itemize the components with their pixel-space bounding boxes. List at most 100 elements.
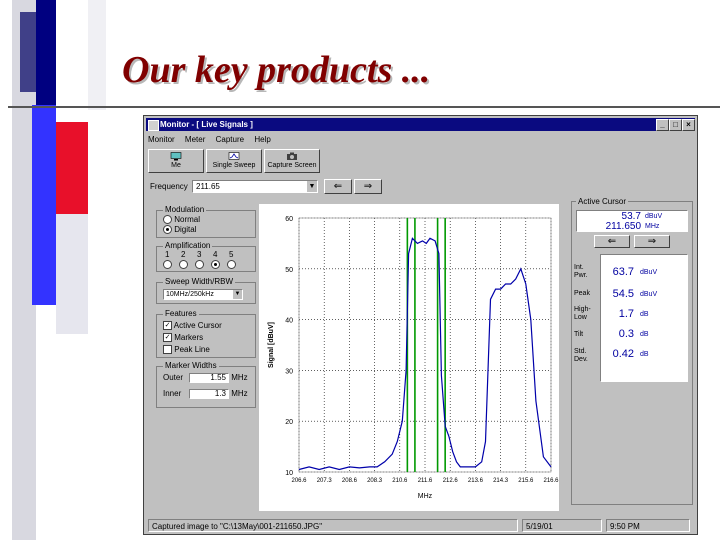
x-tick-label: 210.6 — [392, 478, 408, 484]
inner-input[interactable]: 1.3 — [189, 389, 229, 399]
inner-unit: MHz — [231, 389, 248, 398]
radio-digital[interactable] — [163, 225, 172, 235]
y-tick-label: 30 — [285, 368, 293, 375]
amp-label-2: 2 — [181, 250, 186, 259]
cursor-frequency-unit: MHz — [645, 223, 660, 230]
frequency-input[interactable]: 211.65 ▼ — [192, 180, 318, 193]
gray-strip — [88, 0, 106, 110]
markers-checkbox[interactable]: ✓ — [163, 333, 172, 343]
capture-screen-button[interactable]: Capture Screen — [264, 149, 320, 173]
light-bar — [56, 214, 88, 334]
feature-peak-line[interactable]: Peak Line — [163, 345, 210, 355]
amplification-numbers: 1 2 3 4 5 — [165, 250, 245, 259]
int-pwr-unit: dBuV — [640, 269, 658, 276]
frequency-label: Frequency — [150, 182, 188, 191]
x-tick-label: 206.6 — [291, 478, 307, 484]
x-tick-label: 214.3 — [493, 478, 509, 484]
modulation-label: Modulation — [163, 205, 207, 214]
sweep-label: Sweep Width/RBW — [163, 277, 236, 286]
active-cursor-checkbox[interactable]: ✓ — [163, 321, 172, 331]
sweep-select[interactable]: 10MHz/250kHz ▼ — [163, 289, 243, 300]
menu-monitor[interactable]: Monitor — [148, 135, 175, 144]
outer-input[interactable]: 1.55 — [189, 373, 229, 383]
maximize-button[interactable]: □ — [669, 119, 682, 131]
peak-line-label: Peak Line — [174, 345, 210, 354]
amp-label-4: 4 — [213, 250, 218, 259]
slide-decoration — [0, 0, 110, 540]
feature-markers[interactable]: ✓ Markers — [163, 333, 203, 343]
amplification-radios — [163, 260, 236, 270]
x-tick-label: 213.6 — [468, 478, 484, 484]
menu-meter[interactable]: Meter — [185, 135, 205, 144]
frequency-value: 211.65 — [196, 182, 220, 191]
outer-unit: MHz — [231, 373, 248, 382]
amp-radio-3[interactable] — [195, 260, 204, 270]
modulation-normal[interactable]: Normal — [163, 215, 201, 225]
y-axis-label: Signal [dBuV] — [268, 322, 275, 368]
app-icon[interactable] — [148, 120, 159, 131]
minimize-button[interactable]: _ — [656, 119, 669, 131]
capture-screen-label: Capture Screen — [267, 162, 317, 169]
amp-radio-1[interactable] — [163, 260, 172, 270]
y-tick-label: 50 — [285, 267, 293, 274]
radio-normal[interactable] — [163, 215, 172, 225]
status-date: 5/19/01 — [522, 519, 602, 532]
y-tick-label: 10 — [285, 470, 293, 477]
high-low-unit: dB — [640, 311, 649, 318]
x-tick-label: 215.6 — [518, 478, 534, 484]
x-tick-label: 208.6 — [342, 478, 358, 484]
window-title: Monitor - [ Live Signals ] — [160, 120, 253, 129]
monitor-window: Monitor - [ Live Signals ] _ □ × Monitor… — [143, 115, 698, 535]
menu-capture[interactable]: Capture — [216, 135, 244, 144]
single-sweep-button[interactable]: Single Sweep — [206, 149, 262, 173]
window-titlebar[interactable]: Monitor - [ Live Signals ] _ □ × — [146, 118, 695, 131]
sweep-icon — [228, 152, 240, 160]
sweep-value: 10MHz/250kHz — [166, 291, 214, 298]
cursor-right-button[interactable]: ⇒ — [634, 235, 670, 248]
x-axis-label: MHz — [418, 493, 433, 500]
amp-label-5: 5 — [229, 250, 234, 259]
feature-active-cursor[interactable]: ✓ Active Cursor — [163, 321, 222, 331]
chevron-down-icon[interactable]: ▼ — [233, 290, 242, 299]
x-tick-label: 216.6 — [543, 478, 559, 484]
frequency-left-button[interactable]: ⇐ — [324, 179, 352, 194]
amp-radio-5[interactable] — [227, 260, 236, 270]
inner-row: Inner 1.3 MHz — [163, 389, 248, 399]
std-dev-value: 0.42 — [612, 348, 634, 360]
amp-label-3: 3 — [197, 250, 202, 259]
frequency-right-button[interactable]: ⇒ — [354, 179, 382, 194]
features-group: Features ✓ Active Cursor ✓ Markers Peak … — [156, 309, 256, 358]
blue-bar — [32, 105, 56, 305]
y-tick-label: 40 — [285, 318, 293, 325]
sweep-group: Sweep Width/RBW 10MHz/250kHz ▼ — [156, 277, 256, 304]
modulation-digital[interactable]: Digital — [163, 225, 197, 235]
menu-help[interactable]: Help — [254, 135, 270, 144]
x-tick-label: 207.3 — [317, 478, 333, 484]
amp-radio-4[interactable] — [211, 260, 220, 270]
tilt-unit: dB — [640, 331, 649, 338]
monitor-button[interactable]: Me — [148, 149, 204, 173]
cursor-left-button[interactable]: ⇐ — [594, 235, 630, 248]
normal-label: Normal — [174, 215, 201, 224]
status-time: 9:50 PM — [606, 519, 690, 532]
tilt-value: 0.3 — [618, 328, 634, 340]
inner-label: Inner — [163, 389, 182, 398]
marker-widths-label: Marker Widths — [163, 361, 219, 370]
status-message: Captured image to "C:\13May\001-211650.J… — [148, 519, 518, 532]
peak-unit: dBuV — [640, 291, 658, 298]
status-bar: Captured image to "C:\13May\001-211650.J… — [146, 519, 695, 532]
modulation-group: Modulation Normal Digital — [156, 205, 256, 238]
single-sweep-label: Single Sweep — [212, 162, 256, 169]
close-button[interactable]: × — [682, 119, 695, 131]
digital-label: Digital — [174, 225, 197, 234]
camera-icon — [287, 152, 297, 160]
amp-label-1: 1 — [165, 250, 170, 259]
measurement-panel: Active Cursor 53.7 dBuV 211.650 MHz ⇐ ⇒ … — [571, 197, 693, 505]
amp-radio-2[interactable] — [179, 260, 188, 270]
title-rule — [8, 106, 720, 108]
amplification-label: Amplification — [163, 241, 213, 250]
cursor-frequency: 211.650 — [605, 221, 641, 232]
x-tick-label: 212.6 — [443, 478, 459, 484]
chevron-down-icon[interactable]: ▼ — [307, 181, 317, 192]
peak-line-checkbox[interactable] — [163, 345, 172, 355]
